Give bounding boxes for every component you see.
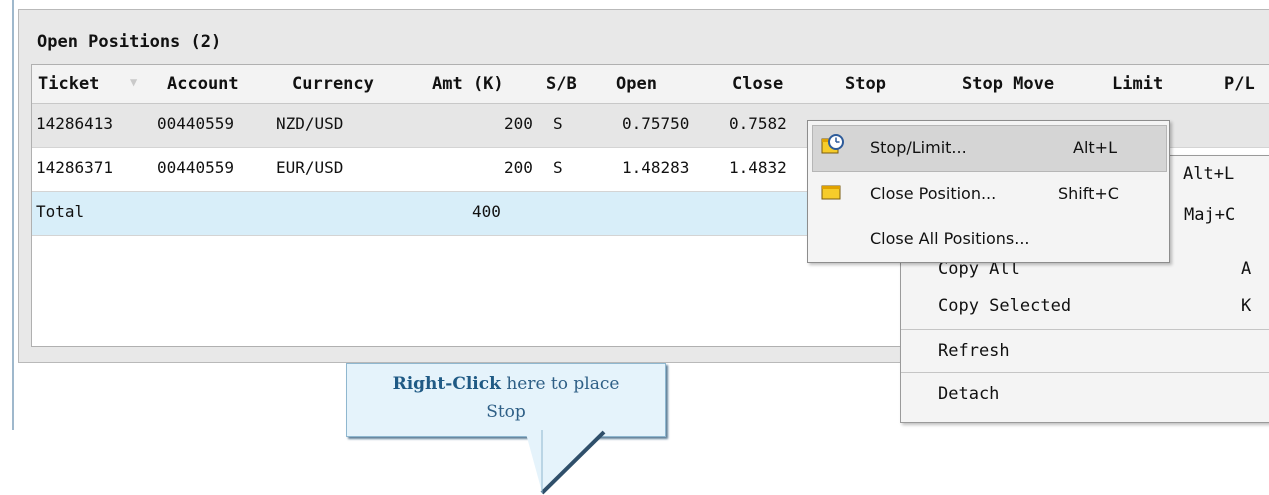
window-left-border [12,0,14,430]
total-label: Total [36,202,85,221]
callout-text: here to place [506,374,620,394]
cell-side: S [553,114,563,133]
stop-limit-icon [821,133,845,161]
column-header-stop[interactable]: Stop [845,74,886,94]
column-header-close[interactable]: Close [732,74,783,94]
column-header-pl[interactable]: P/L [1224,74,1255,94]
shortcut-maj-c: Maj+C [1184,205,1236,225]
menu-item-label: Close Position... [870,184,997,203]
column-header-open[interactable]: Open [616,74,657,94]
callout-line-1: Right-Click here to place [347,374,665,394]
cell-close: 1.4832 [729,158,787,177]
menu-item-label: Close All Positions... [870,229,1030,248]
menu-item-label: Detach [938,384,1000,404]
cell-currency: EUR/USD [276,158,344,177]
menu-item-label: Stop/Limit... [870,138,967,157]
cell-side: S [553,158,563,177]
menu-item-shortcut: A [1241,259,1252,279]
cell-open: 1.48283 [622,158,690,177]
menu-item-label: Copy Selected [938,296,1072,316]
cell-currency: NZD/USD [276,114,344,133]
menu-item-label: Refresh [938,341,1010,361]
sort-arrow-icon[interactable]: ▼ [130,75,137,89]
menu-item-shortcut: Alt+L [1073,138,1117,157]
close-position-icon [821,183,843,207]
cell-amount: 200 [504,158,533,177]
context-menu-popup: Stop/Limit... Alt+L Close Position... Sh… [807,120,1170,263]
column-header-amount[interactable]: Amt (K) [432,74,504,94]
menu-item-shortcut: K [1241,296,1252,316]
column-header-account[interactable]: Account [167,74,239,94]
column-header-limit[interactable]: Limit [1112,74,1163,94]
menu-item-shortcut: Shift+C [1058,184,1119,203]
cell-amount: 200 [504,114,533,133]
column-header-ticket[interactable]: Ticket [38,74,99,94]
callout-line-2: Stop [486,402,526,422]
callout-pointer [525,430,606,495]
cell-close: 0.7582 [729,114,787,133]
cell-account: 00440559 [157,158,235,177]
cell-open: 0.75750 [622,114,690,133]
menu-separator [901,372,1269,373]
total-amount: 400 [472,202,501,221]
column-header-currency[interactable]: Currency [292,74,374,94]
panel-title: Open Positions (2) [37,32,222,52]
callout-emphasis: Right-Click [392,374,501,394]
instruction-callout: Right-Click here to place Stop [346,363,666,437]
table-header: Ticket ▼ Account Currency Amt (K) S/B Op… [32,65,1269,104]
column-header-stop-move[interactable]: Stop Move [962,74,1054,94]
menu-separator [901,329,1269,330]
cell-ticket: 14286413 [36,114,114,133]
column-header-side[interactable]: S/B [546,74,577,94]
shortcut-alt-l: Alt+L [1183,164,1235,184]
cell-account: 00440559 [157,114,235,133]
cell-ticket: 14286371 [36,158,114,177]
